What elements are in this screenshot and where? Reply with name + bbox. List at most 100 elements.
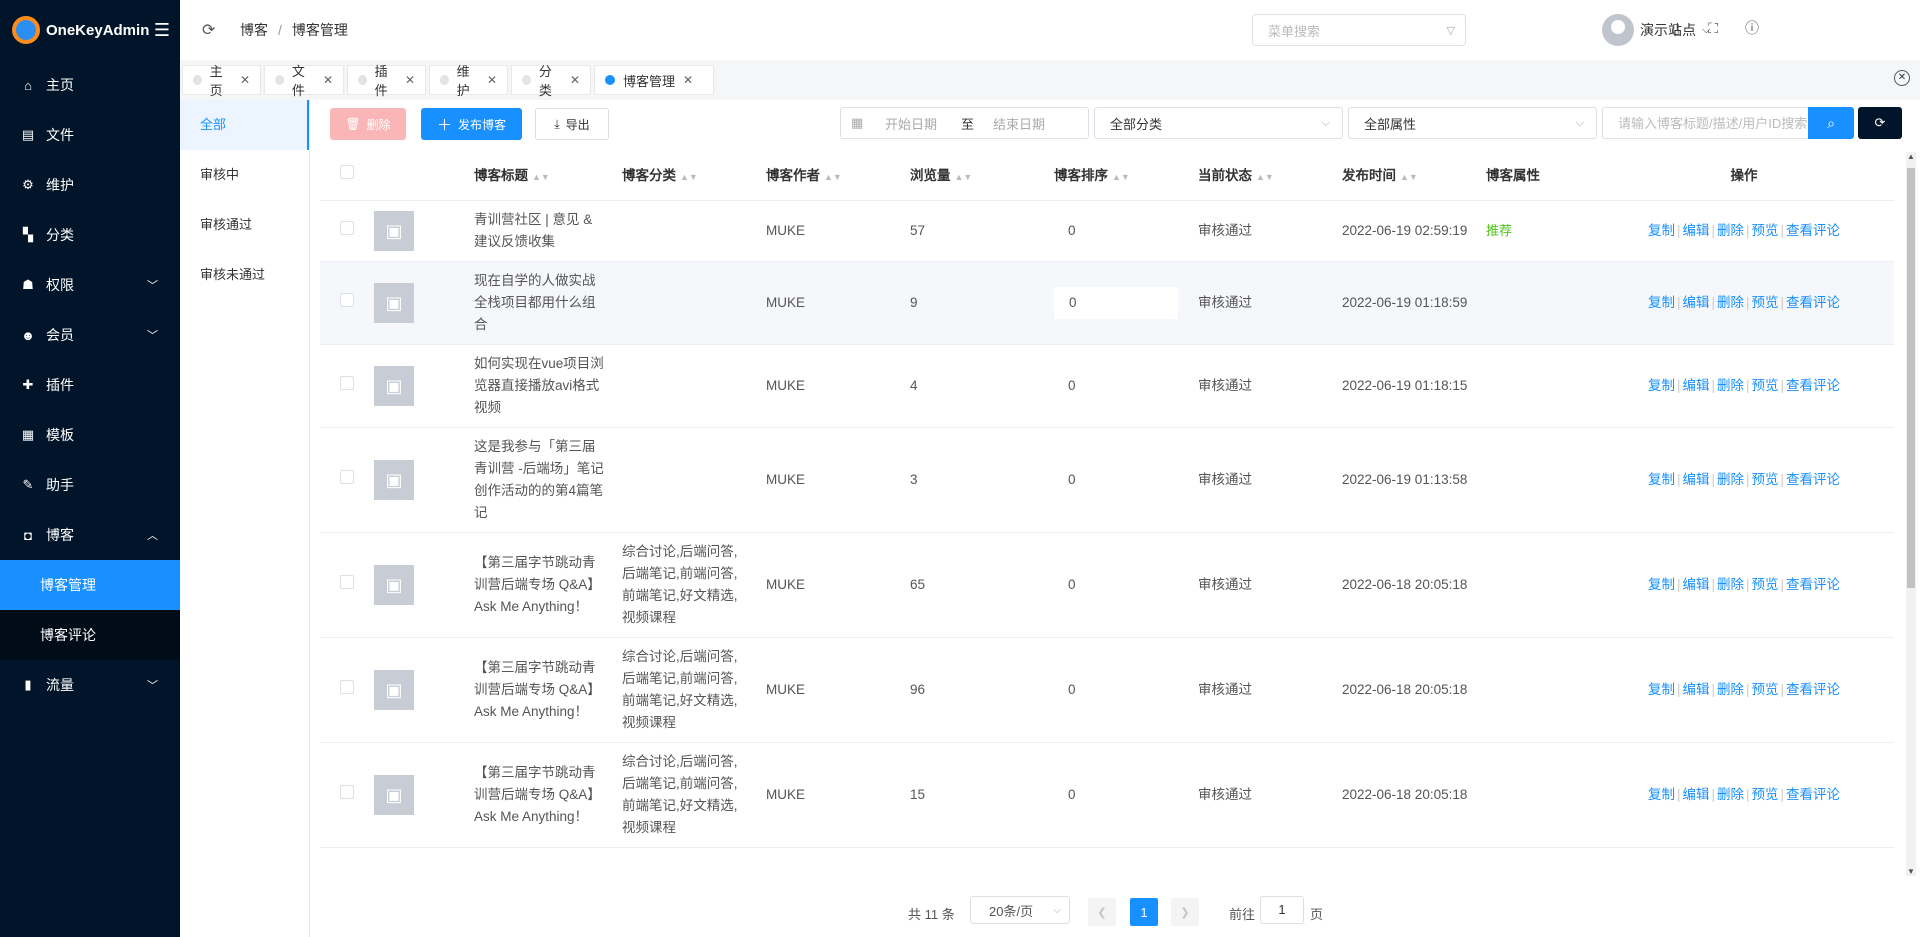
column-header[interactable]: 发布时间 ▲▼ [1334,148,1478,201]
row-action-link[interactable]: 编辑 [1682,787,1709,802]
menu-fold-icon[interactable]: ☰ [154,20,170,41]
sidebar-subitem[interactable]: 博客管理 [0,560,180,610]
sidebar-item[interactable]: ✚ 插件 [0,360,180,410]
export-button[interactable]: ⤓ 导出 [535,108,609,140]
row-action-link[interactable]: 预览 [1752,472,1779,487]
prev-page-button[interactable]: ❮ [1088,898,1116,926]
sort-order-input[interactable]: 0 [1054,286,1178,319]
user-menu[interactable]: 演示站点 ⌵ [1602,14,1710,46]
breadcrumb-item[interactable]: 博客 [240,22,268,38]
category-select[interactable]: 全部分类 ⌵ [1094,107,1343,139]
filter-item[interactable]: 全部 [180,100,309,150]
table-row[interactable]: ▣ 如何实现在vue项目浏览器直接播放avi格式视频 MUKE 4 0 审核通过… [320,344,1894,428]
search-button[interactable]: ⌕ [1808,107,1854,139]
attribute-select[interactable]: 全部属性 ⌵ [1348,107,1597,139]
row-checkbox[interactable] [340,220,354,235]
column-header[interactable]: 当前状态 ▲▼ [1190,148,1334,201]
row-action-link[interactable]: 编辑 [1682,577,1709,592]
page-size-select[interactable]: 20条/页 ⌵ [970,896,1070,924]
row-action-link[interactable]: 复制 [1648,682,1675,697]
table-row[interactable]: ▣ 现在自学的人做实战全栈项目都用什么组合 MUKE 9 0 审核通过 2022… [320,261,1894,345]
info-icon[interactable]: ⓘ [1744,20,1760,36]
row-checkbox[interactable] [340,375,354,390]
sidebar-item[interactable]: ☗ 权限 ﹀ [0,260,180,310]
sort-order-value[interactable]: 0 [1054,472,1076,487]
table-scrollbar[interactable]: ▲ ▼ [1906,152,1916,876]
column-header[interactable]: 博客作者 ▲▼ [758,148,902,201]
row-action-link[interactable]: 查看评论 [1786,378,1840,393]
scroll-up-icon[interactable]: ▲ [1906,152,1916,161]
sort-order-value[interactable]: 0 [1054,223,1076,238]
column-header[interactable]: 博客排序 ▲▼ [1046,148,1190,201]
column-header[interactable]: 博客分类 ▲▼ [614,148,758,201]
row-action-link[interactable]: 编辑 [1682,223,1709,238]
row-action-link[interactable]: 复制 [1648,223,1675,238]
row-action-link[interactable]: 复制 [1648,295,1675,310]
row-checkbox[interactable] [340,292,354,307]
close-icon[interactable]: ✕ [683,73,693,87]
menu-search-select[interactable]: 菜单搜索 ▽ [1252,14,1466,46]
sidebar-item[interactable]: ☻ 会员 ﹀ [0,310,180,360]
row-checkbox[interactable] [340,574,354,589]
row-action-link[interactable]: 删除 [1717,295,1744,310]
row-action-link[interactable]: 编辑 [1682,378,1709,393]
row-action-link[interactable]: 预览 [1752,787,1779,802]
row-checkbox[interactable] [340,784,354,799]
table-row[interactable]: ▣ 【第三届字节跳动青训营后端专场 Q&A】Ask Me Anything！ 综… [320,637,1894,743]
publish-blog-button[interactable]: ＋ 发布博客 [421,108,522,140]
page-number-current[interactable]: 1 [1130,898,1158,926]
row-action-link[interactable]: 预览 [1752,682,1779,697]
row-checkbox[interactable] [340,679,354,694]
sidebar-item[interactable]: ✎ 助手 [0,460,180,510]
row-action-link[interactable]: 删除 [1717,378,1744,393]
sidebar-item[interactable]: ⌂ 主页 [0,60,180,110]
row-action-link[interactable]: 查看评论 [1786,223,1840,238]
sidebar-item[interactable]: ▚ 分类 [0,210,180,260]
sidebar-item[interactable]: ◘ 博客 ︿ [0,510,180,560]
scrollbar-thumb[interactable] [1907,168,1915,588]
filter-item[interactable]: 审核中 [180,150,309,200]
table-row[interactable]: ▣ 【第三届字节跳动青训营后端专场 Q&A】Ask Me Anything！ 综… [320,742,1894,848]
scroll-down-icon[interactable]: ▼ [1906,867,1916,876]
row-action-link[interactable]: 预览 [1752,378,1779,393]
row-action-link[interactable]: 复制 [1648,787,1675,802]
goto-page-input[interactable]: 1 [1260,896,1304,924]
tab[interactable]: 分类 ✕ [511,64,591,98]
tab[interactable]: 插件 ✕ [347,64,426,98]
delete-button[interactable]: 🗑 删除 [330,108,406,140]
row-action-link[interactable]: 复制 [1648,577,1675,592]
close-icon[interactable]: ✕ [487,73,497,87]
tab[interactable]: 博客管理 ✕ [594,65,714,95]
row-action-link[interactable]: 查看评论 [1786,682,1840,697]
row-action-link[interactable]: 复制 [1648,378,1675,393]
table-row[interactable]: ▣ 这是我参与「第三届青训营 -后端场」笔记创作活动的的第4篇笔记 MUKE 3… [320,427,1894,533]
table-row[interactable]: ▣ 青训营社区 | 意见 & 建议反馈收集 MUKE 57 0 审核通过 202… [320,200,1894,262]
row-action-link[interactable]: 编辑 [1682,472,1709,487]
sidebar-item[interactable]: ▦ 模板 [0,410,180,460]
sort-order-value[interactable]: 0 [1054,577,1076,592]
close-icon[interactable]: ✕ [323,73,333,87]
sidebar-item[interactable]: ⚙ 维护 [0,160,180,210]
row-action-link[interactable]: 删除 [1717,682,1744,697]
select-all-checkbox[interactable] [340,165,354,180]
row-action-link[interactable]: 删除 [1717,787,1744,802]
next-page-button[interactable]: ❯ [1171,898,1199,926]
row-checkbox[interactable] [340,469,354,484]
row-action-link[interactable]: 预览 [1752,577,1779,592]
row-action-link[interactable]: 预览 [1752,223,1779,238]
filter-item[interactable]: 审核未通过 [180,250,309,300]
refresh-icon[interactable]: ⟳ [202,20,222,40]
row-action-link[interactable]: 编辑 [1682,682,1709,697]
sidebar-subitem[interactable]: 博客评论 [0,610,180,660]
sidebar-item[interactable]: ▮ 流量 ﹀ [0,660,180,710]
row-action-link[interactable]: 预览 [1752,295,1779,310]
row-action-link[interactable]: 编辑 [1682,295,1709,310]
row-action-link[interactable]: 复制 [1648,472,1675,487]
sort-order-value[interactable]: 0 [1054,787,1076,802]
start-date-input[interactable]: 开始日期 [885,114,955,133]
close-icon[interactable]: ✕ [405,73,415,87]
close-all-tabs-icon[interactable]: ✕ [1894,70,1910,86]
end-date-input[interactable]: 结束日期 [993,114,1045,133]
row-action-link[interactable]: 查看评论 [1786,577,1840,592]
tab[interactable]: 主页 ✕ [182,64,261,98]
